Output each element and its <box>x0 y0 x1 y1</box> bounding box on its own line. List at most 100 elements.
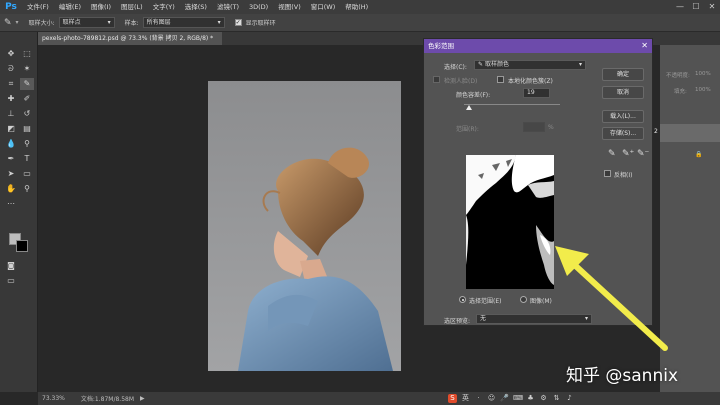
hand-tool-icon[interactable]: ✋ <box>4 183 18 195</box>
eraser-tool-icon[interactable]: ◩ <box>4 123 18 135</box>
fuzziness-input[interactable]: 19 <box>523 88 550 98</box>
subtract-eyedropper-icon[interactable]: ✎⁻ <box>637 149 649 159</box>
eyedropper-icon[interactable]: ✎ <box>4 18 12 28</box>
minimize-button[interactable]: — <box>672 0 688 14</box>
close-window-button[interactable]: ✕ <box>704 0 720 14</box>
lock-icon: 🔒 <box>695 151 703 158</box>
chevron-down-icon: ▾ <box>107 19 111 26</box>
annotation-arrow <box>555 246 668 351</box>
chevron-down-icon: ▾ <box>217 19 221 26</box>
localized-clusters-label: 本地化颜色簇(Z) <box>508 78 553 85</box>
magic-wand-tool-icon[interactable]: ✶ <box>20 63 34 75</box>
type-tool-icon[interactable]: T <box>20 153 34 165</box>
fuzziness-label: 颜色容差(F): <box>456 92 491 99</box>
document-tab[interactable]: pexels-photo-789812.psd @ 73.3% (背景 拷贝 2… <box>38 32 222 55</box>
zoom-level[interactable]: 73.33% <box>42 395 65 402</box>
gradient-tool-icon[interactable]: ▤ <box>20 123 34 135</box>
maximize-button[interactable]: ☐ <box>688 0 704 14</box>
menu-image[interactable]: 图像(I) <box>86 0 116 14</box>
load-button[interactable]: 载入(L)... <box>602 110 644 123</box>
ime-language[interactable]: 英 <box>461 394 470 403</box>
dodge-tool-icon[interactable]: ⚲ <box>20 138 34 150</box>
rectangle-tool-icon[interactable]: ▭ <box>20 168 34 180</box>
brush-tool-icon[interactable]: ✐ <box>20 93 34 105</box>
menu-help[interactable]: 帮助(H) <box>340 0 373 14</box>
menu-window[interactable]: 窗口(W) <box>306 0 341 14</box>
localized-clusters-checkbox[interactable] <box>497 76 504 83</box>
crop-tool-icon[interactable]: ⌗ <box>4 78 18 90</box>
eyedropper-icon: ✎ <box>478 61 485 68</box>
quick-mask-icon[interactable]: ◙ <box>4 260 18 272</box>
network-icon[interactable]: ⇅ <box>552 394 561 403</box>
blur-tool-icon[interactable]: 💧 <box>4 138 18 150</box>
menu-filter[interactable]: 滤镜(T) <box>212 0 244 14</box>
status-menu-arrow[interactable]: ▶ <box>140 395 145 402</box>
speaker-icon[interactable]: ♪ <box>565 394 574 403</box>
screen-mode-icon[interactable]: ▭ <box>4 275 18 287</box>
menu-type[interactable]: 文字(Y) <box>148 0 180 14</box>
more-tools-icon[interactable]: ⋯ <box>4 198 18 210</box>
dialog-close-icon[interactable]: ✕ <box>641 39 648 53</box>
sample-size-select[interactable]: 取样点 ▾ <box>58 17 115 28</box>
lasso-tool-icon[interactable]: ᘐ <box>4 63 18 75</box>
punctuation-icon[interactable]: · <box>474 394 483 403</box>
selection-preview-mask[interactable] <box>466 155 554 289</box>
tools-icon[interactable]: ⚙ <box>539 394 548 403</box>
eyedropper-tool-icon[interactable]: ✎ <box>20 78 34 90</box>
menu-edit[interactable]: 编辑(E) <box>54 0 86 14</box>
chevron-down-icon: ▾ <box>578 61 582 68</box>
ok-button[interactable]: 确定 <box>602 68 644 81</box>
preset-dropdown-icon[interactable]: ▾ <box>16 19 19 26</box>
select-mode-dropdown[interactable]: ✎ 取样颜色 ▾ <box>474 60 586 70</box>
selection-radio-label: 选择范围(E) <box>469 298 502 305</box>
save-button[interactable]: 存储(S)... <box>602 127 644 140</box>
range-input[interactable] <box>523 122 545 132</box>
sample-select[interactable]: 所有图层 ▾ <box>142 17 225 28</box>
preview-label: 选区预览: <box>444 318 471 325</box>
portrait-image <box>208 81 401 371</box>
background-color-swatch[interactable] <box>16 240 28 252</box>
marquee-tool-icon[interactable]: ⬚ <box>20 48 34 60</box>
skin-icon[interactable]: ♣ <box>526 394 535 403</box>
opacity-value[interactable]: 100% <box>695 71 711 77</box>
fill-label: 填充: <box>674 89 687 95</box>
show-ring-label: 显示取样环 <box>245 20 276 27</box>
menu-layer[interactable]: 图层(L) <box>116 0 148 14</box>
pen-tool-icon[interactable]: ✒ <box>4 153 18 165</box>
mask-preview-image <box>466 155 554 289</box>
keyboard-icon[interactable]: ⌨ <box>513 394 523 403</box>
selection-radio[interactable] <box>459 296 466 303</box>
document-photo[interactable] <box>208 81 401 371</box>
document-tab-title: pexels-photo-789812.psd @ 73.3% (背景 拷贝 2… <box>42 35 214 42</box>
path-select-icon[interactable]: ➤ <box>4 168 18 180</box>
window-controls: — ☐ ✕ <box>672 0 720 14</box>
image-radio[interactable] <box>520 296 527 303</box>
fill-value[interactable]: 100% <box>695 87 711 93</box>
menu-bar: Ps 文件(F) 编辑(E) 图像(I) 图层(L) 文字(Y) 选择(S) 滤… <box>0 0 720 14</box>
layer-row-selected[interactable]: 2 <box>654 124 720 142</box>
zoom-tool-icon[interactable]: ⚲ <box>20 183 34 195</box>
move-tool-icon[interactable]: ✥ <box>4 48 18 60</box>
healing-tool-icon[interactable]: ✚ <box>4 93 18 105</box>
detect-faces-checkbox[interactable] <box>433 76 440 83</box>
cancel-button[interactable]: 取消 <box>602 86 644 99</box>
watermark-text: 知乎 @sannix <box>566 366 679 386</box>
dialog-title: 色彩范围 <box>424 39 652 53</box>
fuzziness-slider-track[interactable] <box>464 104 560 105</box>
menu-3d[interactable]: 3D(D) <box>244 0 273 14</box>
emoji-icon[interactable]: ☺ <box>487 394 496 403</box>
select-label: 选择(C): <box>444 64 467 71</box>
invert-checkbox[interactable] <box>604 170 611 177</box>
fuzziness-slider-thumb[interactable] <box>466 105 472 110</box>
ime-logo-icon[interactable]: S <box>448 394 457 403</box>
menu-file[interactable]: 文件(F) <box>22 0 54 14</box>
show-ring-checkbox[interactable]: ✓ <box>234 19 242 26</box>
detect-faces-label: 检测人脸(D) <box>444 78 478 85</box>
menu-view[interactable]: 视图(V) <box>273 0 306 14</box>
history-brush-icon[interactable]: ↺ <box>20 108 34 120</box>
menu-select[interactable]: 选择(S) <box>180 0 212 14</box>
microphone-icon[interactable]: 🎤 <box>500 394 509 403</box>
stamp-tool-icon[interactable]: ⊥ <box>4 108 18 120</box>
add-eyedropper-icon[interactable]: ✎⁺ <box>622 149 634 159</box>
eyedropper-icon[interactable]: ✎ <box>608 149 616 159</box>
